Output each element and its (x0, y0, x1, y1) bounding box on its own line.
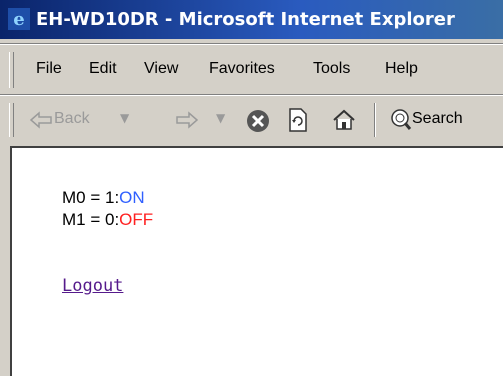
status-line-m0: M0 = 1:ON (62, 188, 145, 208)
forward-button[interactable]: ▼ (176, 107, 246, 133)
menu-help[interactable]: Help (385, 60, 418, 78)
menu-file[interactable]: File (36, 60, 62, 78)
back-label: Back (54, 110, 90, 127)
home-icon[interactable] (332, 108, 356, 132)
back-arrow-icon (30, 111, 52, 129)
search-label: Search (412, 110, 463, 127)
page-content: M0 = 1:ON M1 = 0:OFF Logout (10, 146, 503, 376)
refresh-icon[interactable] (288, 108, 308, 132)
search-button[interactable]: Search (388, 107, 503, 133)
status-m1-value: OFF (119, 210, 154, 229)
menu-tools[interactable]: Tools (313, 60, 350, 78)
search-icon (391, 109, 412, 130)
menubar-top-divider (0, 43, 503, 45)
menu-view[interactable]: View (144, 60, 178, 78)
window-title: EH-WD10DR - Microsoft Internet Explorer (36, 9, 455, 30)
logout-link[interactable]: Logout (62, 276, 123, 296)
svg-text:e: e (13, 9, 24, 30)
back-dropdown-icon[interactable]: ▼ (120, 111, 129, 125)
status-m0-value: ON (119, 188, 145, 207)
menubar-grip[interactable] (9, 52, 14, 88)
forward-arrow-icon (176, 111, 198, 129)
menu-edit[interactable]: Edit (89, 60, 117, 78)
status-line-m1: M1 = 0:OFF (62, 210, 153, 230)
status-m0-prefix: M0 = 1: (62, 188, 120, 207)
toolbar-separator (374, 103, 376, 137)
back-button[interactable]: Back ▼ (30, 107, 152, 133)
standard-toolbar: Back ▼ ▼ Search (0, 97, 503, 143)
menubar-bottom-divider (0, 94, 503, 96)
forward-dropdown-icon[interactable]: ▼ (216, 111, 225, 125)
title-bar: e EH-WD10DR - Microsoft Internet Explore… (0, 0, 503, 39)
menu-bar: File Edit View Favorites Tools Help (0, 46, 503, 94)
stop-icon[interactable] (246, 109, 270, 133)
toolbar-grip[interactable] (9, 103, 14, 137)
status-m1-prefix: M1 = 0: (62, 210, 120, 229)
ie-icon: e (8, 8, 30, 30)
menu-favorites[interactable]: Favorites (209, 60, 275, 78)
